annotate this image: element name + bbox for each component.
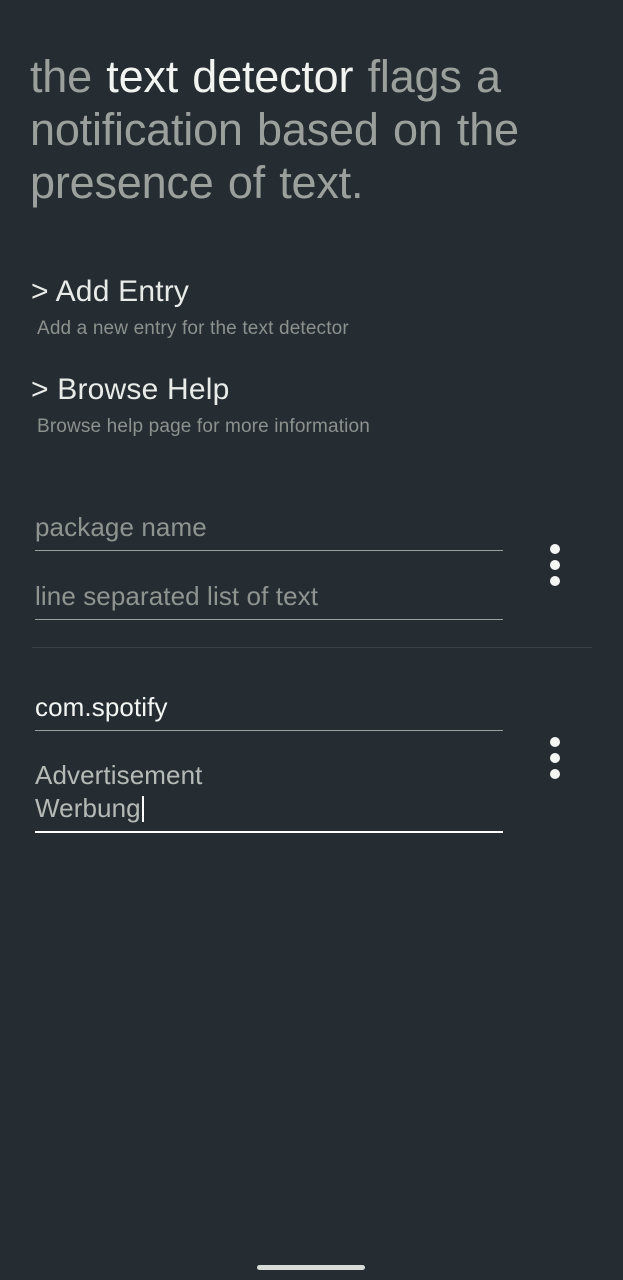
text-list-value: Advertisement Werbung bbox=[35, 760, 203, 823]
entry-divider bbox=[32, 647, 592, 648]
page-title-part-1: the bbox=[30, 51, 107, 102]
text-list-placeholder: line separated list of text bbox=[35, 581, 319, 611]
menu-item-browse-help-title: > Browse Help bbox=[31, 373, 230, 406]
overflow-dot-1 bbox=[550, 544, 560, 554]
overflow-dot-2 bbox=[550, 560, 560, 570]
menu-item-browse-help[interactable]: > Browse Help Browse help page for more … bbox=[31, 372, 591, 438]
menu-item-add-entry[interactable]: > Add Entry Add a new entry for the text… bbox=[31, 274, 591, 340]
package-name-placeholder: package name bbox=[35, 512, 207, 542]
app-screen: the text detector flags a notification b… bbox=[0, 0, 623, 1280]
overflow-dot-2 bbox=[550, 753, 560, 763]
overflow-dot-1 bbox=[550, 737, 560, 747]
package-name-input[interactable]: com.spotify bbox=[35, 691, 503, 731]
package-name-input[interactable]: package name bbox=[35, 511, 503, 551]
text-list-input[interactable]: line separated list of text bbox=[35, 580, 503, 620]
package-name-value: com.spotify bbox=[35, 692, 168, 722]
menu-item-browse-help-subtitle: Browse help page for more information bbox=[37, 416, 370, 437]
page-title-part-2: text detector bbox=[106, 51, 354, 102]
entry-row: com.spotify Advertisement Werbung bbox=[0, 679, 623, 833]
text-list-input[interactable]: Advertisement Werbung bbox=[35, 759, 503, 833]
entry-row: package name line separated list of text bbox=[0, 500, 623, 640]
overflow-dot-3 bbox=[550, 769, 560, 779]
overflow-menu-icon[interactable] bbox=[538, 542, 572, 588]
overflow-menu-icon[interactable] bbox=[538, 735, 572, 781]
overflow-dot-3 bbox=[550, 576, 560, 586]
menu-item-add-entry-subtitle: Add a new entry for the text detector bbox=[37, 318, 349, 339]
menu-item-add-entry-title: > Add Entry bbox=[31, 275, 190, 308]
text-cursor bbox=[141, 796, 145, 822]
home-gesture-bar[interactable] bbox=[257, 1265, 365, 1270]
page-title: the text detector flags a notification b… bbox=[30, 50, 590, 209]
